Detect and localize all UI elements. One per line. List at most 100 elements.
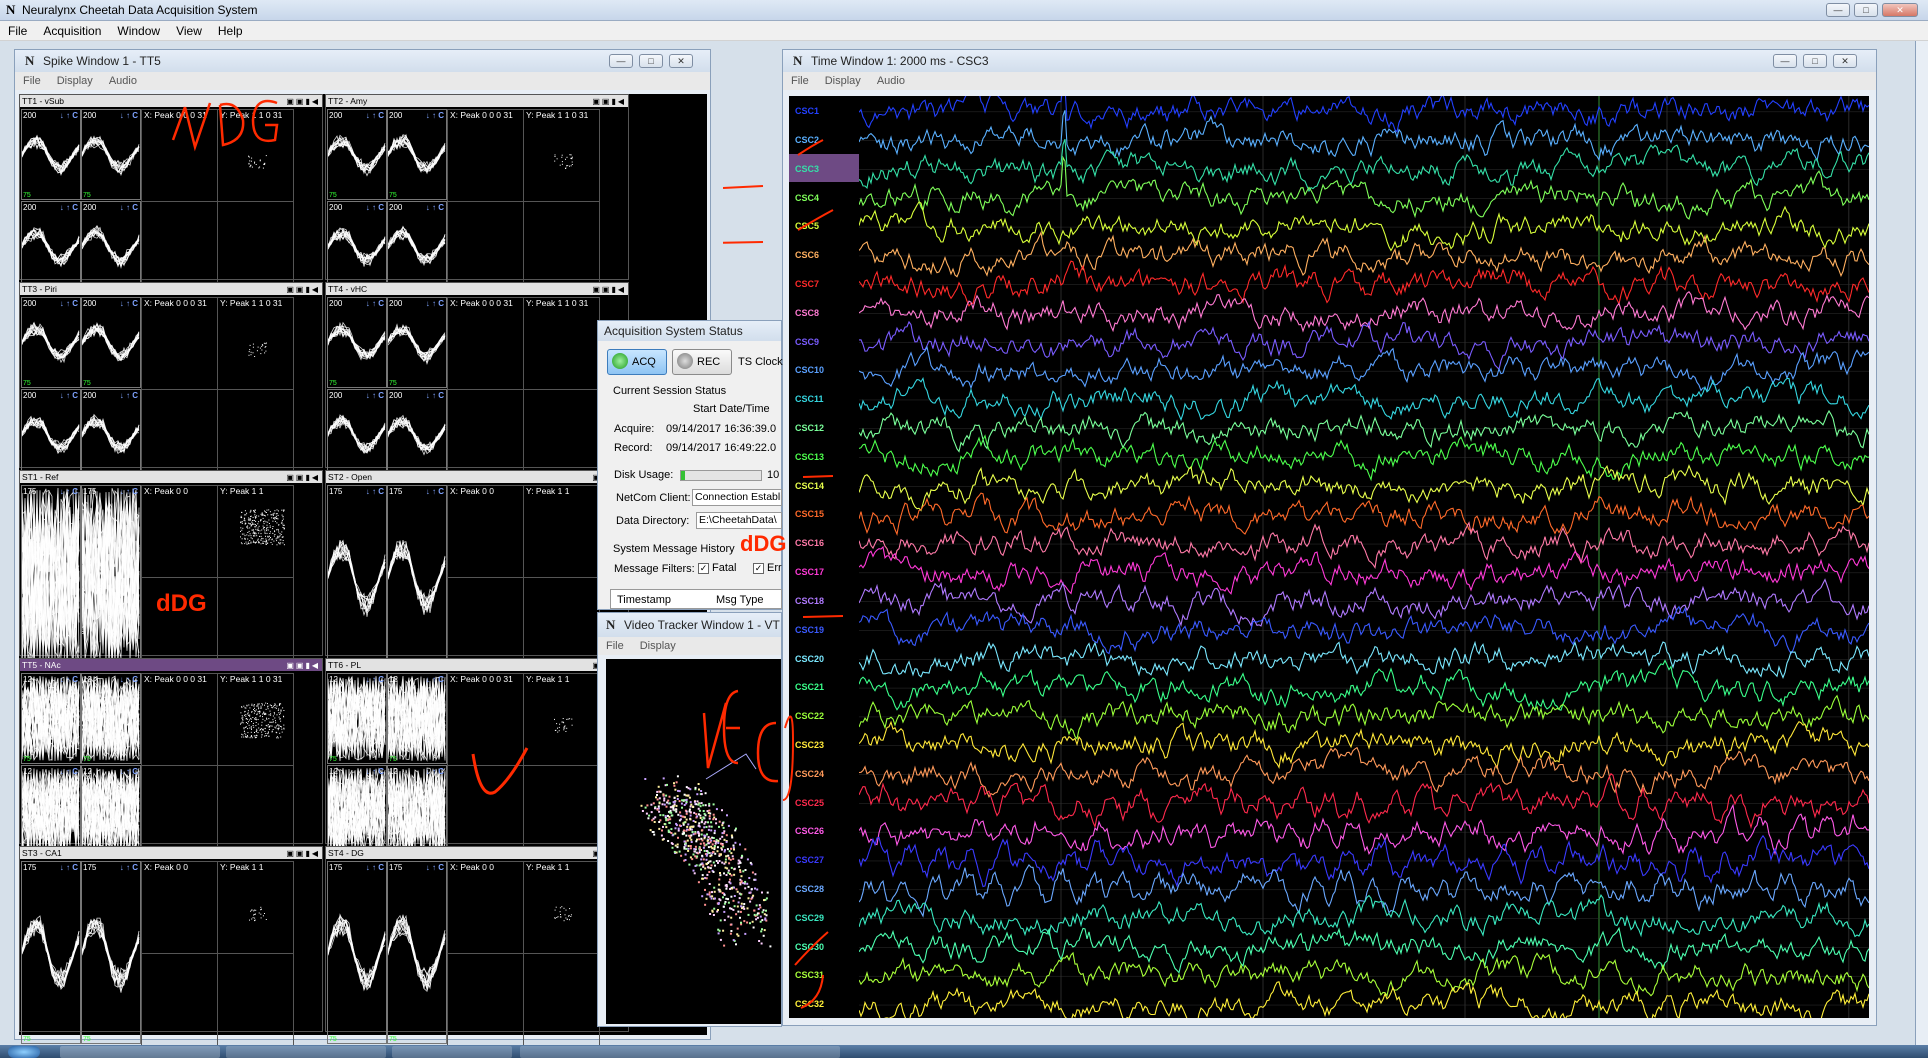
cluster-plot-quadrant[interactable] xyxy=(447,577,524,670)
cluster-plot-quadrant[interactable] xyxy=(217,201,294,294)
col-timestamp[interactable]: Timestamp xyxy=(617,594,671,606)
menu-file[interactable]: File xyxy=(0,21,35,41)
waveform-plot[interactable]: 175↓ ↑ C75 xyxy=(387,861,447,1044)
cluster-plot-quadrant[interactable] xyxy=(523,953,600,1046)
cluster-plot-quadrant[interactable] xyxy=(141,389,218,482)
waveform-plot[interactable]: 12↓ ↑ C75 xyxy=(81,673,141,764)
cluster-plot-quadrant[interactable] xyxy=(217,389,294,482)
video-menu-display[interactable]: Display xyxy=(632,637,684,655)
waveform-plot[interactable]: 200↓ ↑ C75 xyxy=(21,389,81,480)
waveform-plot[interactable]: 175↓ ↑ C75 xyxy=(327,861,387,1044)
waveform-plot[interactable]: 175↓ ↑ C75 xyxy=(387,485,447,668)
menu-help[interactable]: Help xyxy=(210,21,251,41)
app-minimize-button[interactable]: — xyxy=(1826,3,1850,17)
waveform-adjust-icons[interactable]: ↓ ↑ C xyxy=(60,863,78,872)
spike-panel-header[interactable]: TT2 - Amy ▣▣▮◀ xyxy=(326,95,628,107)
waveform-adjust-icons[interactable]: ↓ ↑ C xyxy=(366,767,384,776)
waveform-adjust-icons[interactable]: ↓ ↑ C xyxy=(120,767,138,776)
waveform-plot[interactable]: 200↓ ↑ C75 xyxy=(81,109,141,200)
waveform-plot[interactable]: 200↓ ↑ C75 xyxy=(327,297,387,388)
app-close-button[interactable]: ✕ xyxy=(1882,3,1918,17)
waveform-plot[interactable]: 200↓ ↑ C75 xyxy=(387,297,447,388)
waveform-plot[interactable]: 175↓ ↑ C75 xyxy=(81,485,141,668)
waveform-adjust-icons[interactable]: ↓ ↑ C xyxy=(426,675,444,684)
cluster-plot-quadrant[interactable] xyxy=(141,861,218,954)
panel-toolbar-icons[interactable]: ▣▣▮◀ xyxy=(286,472,320,484)
waveform-adjust-icons[interactable]: ↓ ↑ C xyxy=(366,675,384,684)
waveform-plot[interactable]: 200↓ ↑ C75 xyxy=(387,389,447,480)
time-menu-audio[interactable]: Audio xyxy=(869,72,913,90)
waveform-plot[interactable]: 200↓ ↑ C75 xyxy=(21,297,81,388)
spike-panel[interactable]: ST4 - DG▣▣▮◀ 175 ↓ ↑ C 75 175 ↓ ↑ C 75 X: Peak … xyxy=(325,846,629,1046)
spike-panel-header[interactable]: TT4 - vHC ▣▣▮◀ xyxy=(326,283,628,295)
waveform-adjust-icons[interactable]: ↓ ↑ C xyxy=(426,203,444,212)
waveform-plot[interactable]: 175↓ ↑ C75 xyxy=(21,485,81,668)
panel-toolbar-icons[interactable]: ▣▣▮◀ xyxy=(286,96,320,108)
spike-panel-header[interactable]: TT6 - PL▣▣▮◀ xyxy=(326,659,628,671)
spike-menu-file[interactable]: File xyxy=(15,72,49,90)
menu-window[interactable]: Window xyxy=(109,21,168,41)
cluster-plot-quadrant[interactable] xyxy=(523,201,600,294)
cluster-plot-quadrant[interactable] xyxy=(447,861,524,954)
waveform-plot[interactable]: 200↓ ↑ C75 xyxy=(81,201,141,292)
waveform-adjust-icons[interactable]: ↓ ↑ C xyxy=(366,299,384,308)
start-button-icon[interactable] xyxy=(8,1046,40,1058)
taskbar-item[interactable] xyxy=(226,1046,386,1058)
menu-view[interactable]: View xyxy=(168,21,210,41)
spike-panel-header[interactable]: ST1 - Ref ▣▣▮◀ xyxy=(20,471,322,483)
cluster-plot-quadrant[interactable] xyxy=(447,953,524,1046)
taskbar-item[interactable] xyxy=(60,1046,220,1058)
spike-panel-header[interactable]: TT5 - NAc ▣▣▮◀ xyxy=(20,659,322,671)
panel-toolbar-icons[interactable]: ▣▣▮◀ xyxy=(286,660,320,672)
app-restore-button[interactable]: □ xyxy=(1854,3,1878,17)
rec-button[interactable]: REC xyxy=(672,349,732,375)
waveform-adjust-icons[interactable]: ↓ ↑ C xyxy=(120,299,138,308)
taskbar-item[interactable] xyxy=(520,1046,840,1058)
cluster-plot-quadrant[interactable] xyxy=(447,297,524,390)
spike-panel-header[interactable]: ST4 - DG▣▣▮◀ xyxy=(326,847,628,859)
cluster-plot-quadrant[interactable] xyxy=(447,109,524,202)
waveform-adjust-icons[interactable]: ↓ ↑ C xyxy=(426,391,444,400)
video-menu-file[interactable]: File xyxy=(598,637,632,655)
waveform-plot[interactable]: 12↓ ↑ C75 xyxy=(327,765,387,856)
waveform-plot[interactable]: 200↓ ↑ C75 xyxy=(21,201,81,292)
spike-menu-audio[interactable]: Audio xyxy=(101,72,145,90)
acq-button[interactable]: ACQ xyxy=(607,349,667,375)
cluster-plot-quadrant[interactable] xyxy=(141,953,218,1046)
cluster-plot-quadrant[interactable] xyxy=(217,577,294,670)
waveform-adjust-icons[interactable]: ↓ ↑ C xyxy=(426,767,444,776)
filter-error-checkbox[interactable]: ✓ Err xyxy=(753,562,782,574)
waveform-adjust-icons[interactable]: ↓ ↑ C xyxy=(60,767,78,776)
waveform-plot[interactable]: 200↓ ↑ C75 xyxy=(81,297,141,388)
waveform-adjust-icons[interactable]: ↓ ↑ C xyxy=(120,203,138,212)
time-menu-display[interactable]: Display xyxy=(817,72,869,90)
waveform-adjust-icons[interactable]: ↓ ↑ C xyxy=(60,203,78,212)
cluster-plot-quadrant[interactable] xyxy=(141,673,218,766)
panel-toolbar-icons[interactable]: ▣▣▮◀ xyxy=(592,284,626,296)
cluster-plot-quadrant[interactable] xyxy=(217,953,294,1046)
waveform-adjust-icons[interactable]: ↓ ↑ C xyxy=(60,299,78,308)
cluster-plot-quadrant[interactable] xyxy=(523,389,600,482)
cluster-plot-quadrant[interactable] xyxy=(523,577,600,670)
waveform-adjust-icons[interactable]: ↓ ↑ C xyxy=(366,487,384,496)
spike-panel-header[interactable]: TT3 - Piri ▣▣▮◀ xyxy=(20,283,322,295)
waveform-adjust-icons[interactable]: ↓ ↑ C xyxy=(60,111,78,120)
spike-panel[interactable]: ST1 - Ref▣▣▮◀175↓ ↑ C75175↓ ↑ C75X: Peak… xyxy=(19,470,323,670)
waveform-plot[interactable]: 200↓ ↑ C75 xyxy=(387,109,447,200)
waveform-plot[interactable]: 200↓ ↑ C75 xyxy=(387,201,447,292)
waveform-plot[interactable]: 200↓ ↑ C75 xyxy=(327,109,387,200)
filter-fatal-checkbox[interactable]: ✓ Fatal xyxy=(698,562,736,574)
time-menu-file[interactable]: File xyxy=(783,72,817,90)
cluster-plot-quadrant[interactable] xyxy=(447,485,524,578)
cluster-plot-quadrant[interactable] xyxy=(141,201,218,294)
waveform-adjust-icons[interactable]: ↓ ↑ C xyxy=(366,111,384,120)
waveform-plot[interactable]: 12↓ ↑ C75 xyxy=(21,673,81,764)
waveform-adjust-icons[interactable]: ↓ ↑ C xyxy=(60,391,78,400)
waveform-adjust-icons[interactable]: ↓ ↑ C xyxy=(120,675,138,684)
waveform-plot[interactable]: 12↓ ↑ C75 xyxy=(387,673,447,764)
waveform-plot[interactable]: 12↓ ↑ C75 xyxy=(21,765,81,856)
col-msg-type[interactable]: Msg Type xyxy=(716,594,764,606)
time-window-close-button[interactable]: ✕ xyxy=(1833,54,1857,68)
spike-window-restore-button[interactable]: □ xyxy=(639,54,663,68)
time-window-restore-button[interactable]: □ xyxy=(1803,54,1827,68)
